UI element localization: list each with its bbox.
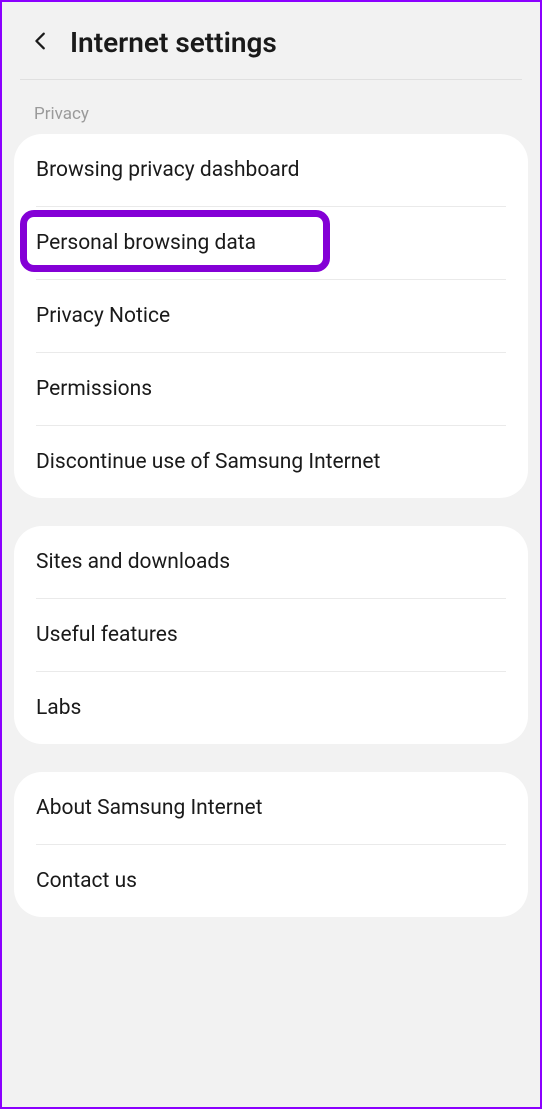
item-label: Permissions — [36, 377, 152, 401]
settings-item-discontinue[interactable]: Discontinue use of Samsung Internet — [14, 426, 528, 498]
settings-item-labs[interactable]: Labs — [14, 672, 528, 744]
item-label: Useful features — [36, 623, 178, 647]
settings-item-sites-downloads[interactable]: Sites and downloads — [14, 526, 528, 598]
highlight-wrapper: Personal browsing data — [14, 207, 528, 279]
settings-item-personal-browsing-data[interactable]: Personal browsing data — [14, 207, 528, 279]
settings-item-privacy-notice[interactable]: Privacy Notice — [14, 280, 528, 352]
settings-item-browsing-privacy-dashboard[interactable]: Browsing privacy dashboard — [14, 134, 528, 206]
back-icon[interactable] — [30, 27, 52, 59]
item-label: About Samsung Internet — [36, 796, 262, 820]
page-title: Internet settings — [70, 26, 277, 59]
settings-item-contact-us[interactable]: Contact us — [14, 845, 528, 917]
item-label: Labs — [36, 696, 81, 720]
item-label: Sites and downloads — [36, 550, 230, 574]
item-label: Personal browsing data — [36, 231, 256, 255]
section-label-privacy: Privacy — [2, 80, 540, 134]
item-label: Browsing privacy dashboard — [36, 158, 300, 182]
settings-group-3: About Samsung Internet Contact us — [14, 772, 528, 917]
settings-group-privacy: Browsing privacy dashboard Personal brow… — [14, 134, 528, 498]
item-label: Discontinue use of Samsung Internet — [36, 450, 380, 474]
item-label: Privacy Notice — [36, 304, 170, 328]
settings-item-permissions[interactable]: Permissions — [14, 353, 528, 425]
settings-item-about[interactable]: About Samsung Internet — [14, 772, 528, 844]
settings-item-useful-features[interactable]: Useful features — [14, 599, 528, 671]
item-label: Contact us — [36, 869, 137, 893]
settings-group-2: Sites and downloads Useful features Labs — [14, 526, 528, 744]
header: Internet settings — [2, 2, 540, 79]
